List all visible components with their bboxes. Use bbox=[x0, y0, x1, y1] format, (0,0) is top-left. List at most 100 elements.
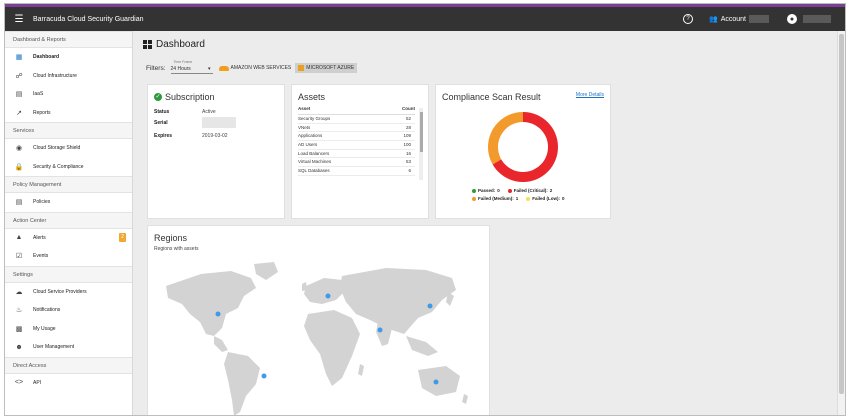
account-users-icon: 👥 bbox=[708, 16, 718, 23]
main-content: Dashboard Filters: Time Frame 24 Hours ▾… bbox=[137, 31, 835, 415]
sidebar-item-cloud-storage-shield[interactable]: ◉ Cloud Storage Shield bbox=[5, 139, 132, 158]
events-icon: ☑ bbox=[15, 253, 23, 261]
asset-row: Virtual Machines 53 bbox=[298, 158, 415, 168]
trend-icon: ↗ bbox=[16, 109, 22, 117]
aws-label: AMAZON WEB SERVICES bbox=[230, 65, 292, 71]
sidebar-item-dashboard[interactable]: ▦ Dashboard bbox=[5, 48, 132, 67]
sidebar-item-label: Notifications bbox=[33, 307, 61, 314]
regions-card: Regions Regions with assets bbox=[147, 225, 490, 415]
region-marker-europe[interactable] bbox=[325, 293, 331, 299]
assets-card: Assets Asset Count Security Groups 52 VNet… bbox=[291, 84, 429, 219]
north-america-shape bbox=[166, 271, 256, 336]
sidebar-item-label: API bbox=[33, 379, 42, 386]
world-map bbox=[166, 262, 468, 415]
assets-table-scrollbar[interactable] bbox=[419, 108, 423, 180]
legend-critical-value: 2 bbox=[549, 188, 553, 193]
sidebar-item-cloud-service-providers[interactable]: ☁ Cloud Service Providers bbox=[5, 283, 132, 302]
check-circle-icon: ✓ bbox=[154, 93, 162, 101]
region-marker-australia[interactable] bbox=[433, 379, 439, 385]
region-marker-east-asia[interactable] bbox=[427, 303, 433, 309]
azure-filter-toggle[interactable]: MICROSOFT AZURE bbox=[295, 63, 358, 73]
compliance-donut-chart bbox=[488, 112, 558, 182]
legend-low-value: 0 bbox=[562, 196, 565, 201]
europe-shape bbox=[304, 278, 346, 304]
asset-count: 6 bbox=[408, 168, 411, 174]
sidebar-item-events[interactable]: ☑ Events bbox=[5, 247, 132, 266]
top-bar: ☰ Barracuda Cloud Security Guardian ? 👥 … bbox=[5, 7, 845, 31]
aws-cloud-icon bbox=[218, 65, 229, 71]
sidebar-item-label: My Usage bbox=[33, 325, 56, 332]
sidebar: Dashboard & Reports ▦ Dashboard ☍ Cloud Infr… bbox=[5, 31, 133, 415]
sidebar-item-label: Policies bbox=[33, 199, 51, 206]
asset-name: AD Users bbox=[298, 142, 318, 148]
azure-logo-icon bbox=[298, 65, 305, 71]
page-title: Dashboard bbox=[143, 39, 205, 50]
sidebar-item-label: Cloud Infrastructure bbox=[33, 72, 77, 79]
azure-label: MICROSOFT AZURE bbox=[306, 65, 355, 71]
sidebar-item-security-compliance[interactable]: 🔒 Security & Compliance bbox=[5, 158, 132, 177]
sidebar-item-notifications[interactable]: ♨ Notifications bbox=[5, 301, 132, 320]
sidebar-section-title: Action Center bbox=[5, 211, 132, 229]
network-icon: ☍ bbox=[15, 72, 23, 80]
asset-row: Load Balancers 16 bbox=[298, 150, 415, 159]
page-scrollbar-thumb[interactable] bbox=[839, 34, 844, 394]
asset-row: SQL Databases 6 bbox=[298, 167, 415, 176]
compliance-card: Compliance Scan Result More Details Pass… bbox=[435, 84, 611, 219]
sidebar-item-label: Alerts bbox=[33, 234, 46, 241]
asset-count: 28 bbox=[405, 124, 411, 130]
sidebar-item-iaas[interactable]: ▤ IaaS bbox=[5, 85, 132, 104]
timeframe-label: Time Frame bbox=[173, 60, 193, 64]
asset-count: 16 bbox=[405, 150, 411, 156]
legend-low-label: Failed (Low): bbox=[532, 196, 561, 201]
legend-passed-value: 0 bbox=[497, 188, 500, 193]
asset-count: 52 bbox=[405, 116, 411, 121]
sidebar-item-label: Cloud Storage Shield bbox=[33, 145, 81, 152]
help-icon[interactable]: ? bbox=[682, 14, 693, 24]
expires-value: 2019-03-02 bbox=[202, 133, 228, 139]
sidebar-item-cloud-infrastructure[interactable]: ☍ Cloud Infrastructure bbox=[5, 67, 132, 86]
subscription-title: ✓ Subscription bbox=[154, 92, 215, 102]
user-name-redacted bbox=[803, 15, 831, 23]
app-window: ☰ Barracuda Cloud Security Guardian ? 👥 … bbox=[4, 3, 846, 416]
account-menu[interactable]: 👥 Account bbox=[709, 15, 769, 23]
region-marker-us[interactable] bbox=[215, 311, 221, 317]
sidebar-item-my-usage[interactable]: ▩ My Usage bbox=[5, 320, 132, 339]
asset-row: Security Groups 52 bbox=[298, 115, 415, 124]
legend-medium-label: Failed (Medium): bbox=[478, 196, 514, 201]
lock-icon: 🔒 bbox=[14, 163, 24, 171]
serial-value-redacted bbox=[202, 117, 236, 128]
central-america-shape bbox=[214, 336, 228, 352]
sidebar-item-policies[interactable]: ▤ Policies bbox=[5, 193, 132, 212]
asia-shape bbox=[340, 268, 456, 334]
sidebar-section-title: Policy Management bbox=[5, 176, 132, 193]
region-marker-india[interactable] bbox=[377, 327, 383, 333]
filters-label: Filters bbox=[146, 64, 164, 72]
asset-name: Security Groups bbox=[298, 116, 331, 121]
asset-name: VNets bbox=[298, 124, 311, 130]
subscription-status-row: Status Active bbox=[154, 109, 216, 115]
sidebar-item-user-management[interactable]: ☻ User Management bbox=[5, 338, 132, 357]
south-america-shape bbox=[224, 352, 260, 415]
timeframe-select[interactable]: Time Frame 24 Hours ▾ bbox=[170, 60, 213, 74]
asset-count: 109 bbox=[403, 133, 411, 139]
more-details-link[interactable]: More Details bbox=[576, 92, 604, 98]
assets-table-header: Asset Count bbox=[298, 106, 415, 115]
sidebar-item-reports[interactable]: ↗ Reports bbox=[5, 104, 132, 123]
cloud-icon: ☁ bbox=[15, 288, 23, 296]
legend-dot-critical bbox=[507, 188, 512, 193]
subscription-title-text: Subscription bbox=[165, 92, 215, 102]
legend-critical-label: Failed (Critical): bbox=[513, 188, 548, 193]
user-profile-icon[interactable]: ● bbox=[787, 14, 797, 24]
users-icon: ☻ bbox=[15, 343, 23, 351]
region-marker-brazil[interactable] bbox=[261, 373, 267, 379]
serial-key: Serial bbox=[154, 120, 168, 126]
bell-icon: ♨ bbox=[15, 307, 23, 315]
sidebar-item-api[interactable]: <> API bbox=[5, 374, 132, 393]
app-title: Barracuda Cloud Security Guardian bbox=[33, 15, 144, 23]
aws-filter-toggle[interactable]: AMAZON WEB SERVICES bbox=[218, 65, 292, 71]
page-scrollbar[interactable] bbox=[837, 31, 845, 415]
sidebar-item-alerts[interactable]: ▲ Alerts 2 bbox=[5, 229, 132, 248]
status-key: Status bbox=[154, 109, 170, 115]
hamburger-menu-icon[interactable]: ☰ bbox=[5, 14, 33, 25]
sidebar-section-title: Services bbox=[5, 122, 132, 139]
